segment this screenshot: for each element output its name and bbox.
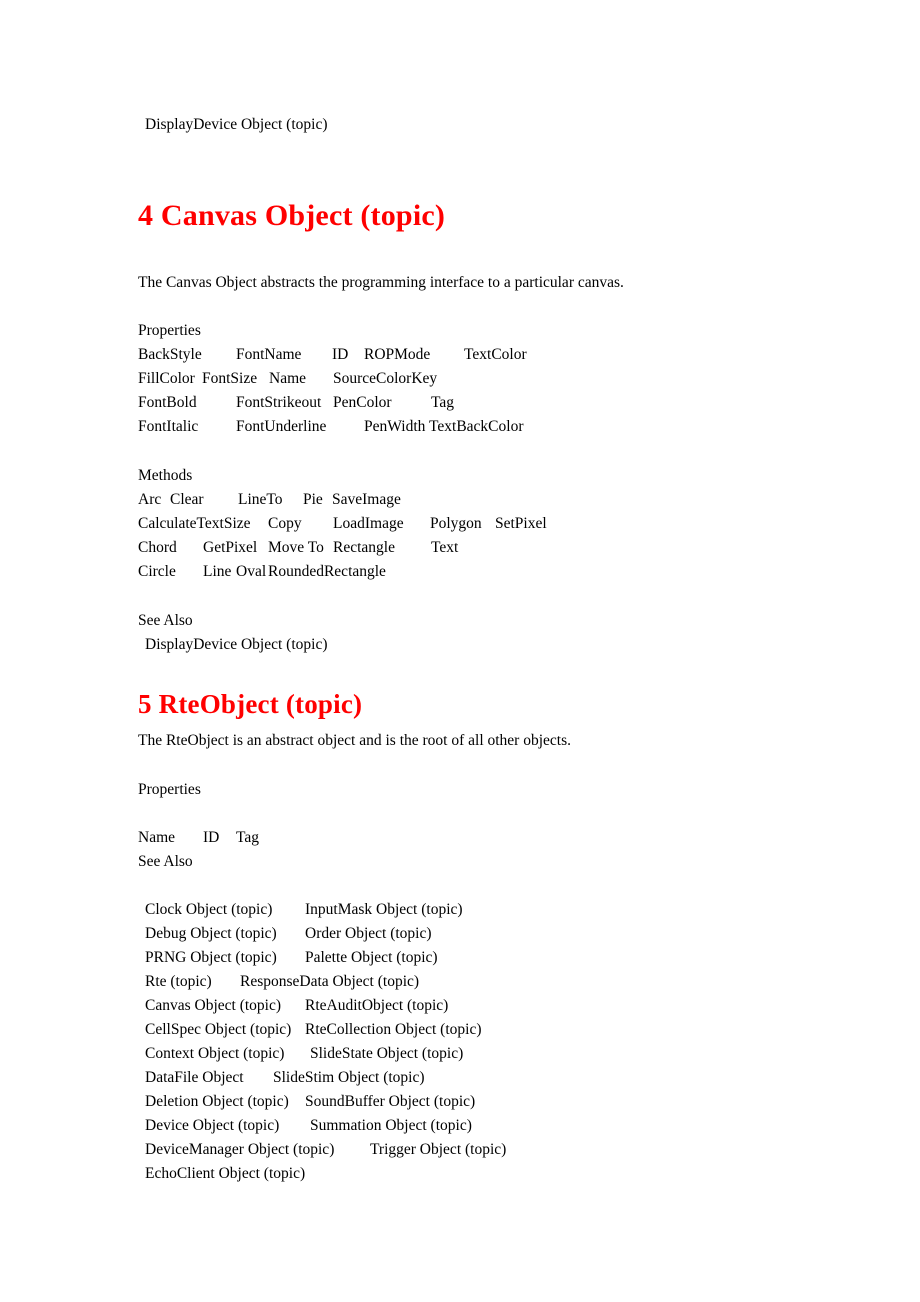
document-page: DisplayDevice Object (topic) 4 Canvas Ob… [0, 0, 920, 1302]
method-cell: Pie [303, 491, 323, 508]
method-cell: LoadImage [333, 515, 404, 532]
property-cell: Name [138, 829, 176, 846]
canvas-methods-row: Chord GetPixel Move To Rectangle Text [0, 538, 920, 558]
property-cell: TextBackColor [429, 418, 524, 435]
rte-section-heading: 5 RteObject (topic) [138, 689, 363, 719]
property-cell: FontItalic [138, 418, 199, 435]
property-cell: TextColor [464, 346, 527, 363]
see-also-link[interactable]: DataFile Object [145, 1068, 244, 1088]
canvas-see-also-label: See Also [138, 612, 193, 629]
property-cell: FontUnderline [236, 418, 327, 435]
canvas-methods-row: CalculateTextSize Copy LoadImage Polygon… [0, 514, 920, 534]
method-cell: Clear [170, 491, 204, 508]
rte-see-also-row: Canvas Object (topic) RteAuditObject (to… [0, 996, 920, 1016]
see-also-link[interactable]: SlideStim Object (topic) [273, 1068, 425, 1088]
property-cell: ID [203, 829, 220, 846]
rte-see-also-row: DeviceManager Object (topic) Trigger Obj… [0, 1140, 920, 1160]
canvas-properties-row: FillColor FontSize Name SourceColorKey [0, 369, 920, 389]
see-also-link[interactable]: DeviceManager Object (topic) [145, 1140, 334, 1160]
see-also-link[interactable]: Device Object (topic) [145, 1116, 279, 1136]
rte-see-also-row: Debug Object (topic) Order Object (topic… [0, 924, 920, 944]
method-cell: Chord [138, 539, 177, 556]
see-also-link[interactable]: Debug Object (topic) [145, 924, 277, 944]
rte-see-also-row: CellSpec Object (topic) RteCollection Ob… [0, 1020, 920, 1040]
canvas-properties-label: Properties [138, 322, 201, 339]
rte-see-also-row: Deletion Object (topic) SoundBuffer Obje… [0, 1092, 920, 1112]
property-cell: ID [332, 346, 349, 363]
rte-properties-row: Name ID Tag [0, 828, 920, 848]
method-cell: Polygon [430, 515, 482, 532]
method-cell: Move To [268, 539, 324, 556]
property-cell: FontStrikeout [236, 394, 322, 411]
canvas-properties-row: BackStyle FontName ID ROPMode TextColor [0, 345, 920, 365]
method-cell: Oval [236, 563, 267, 580]
property-cell: FillColor [138, 370, 195, 387]
see-also-link[interactable]: Canvas Object (topic) [145, 996, 281, 1016]
property-cell: ROPMode [364, 346, 431, 363]
property-cell: FontBold [138, 394, 197, 411]
top-reference-text: DisplayDevice Object (topic) [145, 116, 328, 133]
see-also-link[interactable]: Deletion Object (topic) [145, 1092, 289, 1112]
canvas-properties-row: FontBold FontStrikeout PenColor Tag [0, 393, 920, 413]
property-cell: FontName [236, 346, 302, 363]
method-cell: Arc [138, 491, 162, 508]
method-cell: SetPixel [495, 515, 547, 532]
property-cell: PenWidth [364, 418, 426, 435]
property-cell: PenColor [333, 394, 392, 411]
property-cell: SourceColorKey [333, 370, 438, 387]
canvas-section-heading: 4 Canvas Object (topic) [138, 199, 446, 232]
canvas-methods-row: Arc Clear LineTo Pie SaveImage [0, 490, 920, 510]
see-also-link[interactable]: RteCollection Object (topic) [305, 1020, 481, 1040]
rte-see-also-row: PRNG Object (topic) Palette Object (topi… [0, 948, 920, 968]
method-cell: RoundedRectangle [268, 563, 386, 580]
canvas-section-description: The Canvas Object abstracts the programm… [138, 274, 624, 291]
rte-see-also-row: Rte (topic) ResponseData Object (topic) [0, 972, 920, 992]
rte-see-also-row: EchoClient Object (topic) [0, 1164, 920, 1184]
property-cell: FontSize [202, 370, 258, 387]
see-also-link[interactable]: RteAuditObject (topic) [305, 996, 448, 1016]
method-cell: Rectangle [333, 539, 395, 556]
canvas-properties-row: FontItalic FontUnderline PenWidth TextBa… [0, 417, 920, 437]
method-cell: CalculateTextSize [138, 515, 251, 532]
canvas-methods-label: Methods [138, 467, 193, 484]
rte-properties-label: Properties [138, 781, 201, 798]
method-cell: GetPixel [203, 539, 258, 556]
rte-see-also-row: Device Object (topic) Summation Object (… [0, 1116, 920, 1136]
see-also-link[interactable]: SlideState Object (topic) [310, 1044, 463, 1064]
see-also-link[interactable]: InputMask Object (topic) [305, 900, 463, 920]
method-cell: LineTo [238, 491, 283, 508]
property-cell: Name [269, 370, 307, 387]
property-cell: Tag [236, 829, 260, 846]
method-cell: Text [431, 539, 459, 556]
see-also-link[interactable]: ResponseData Object (topic) [240, 972, 419, 992]
property-cell: Tag [431, 394, 455, 411]
see-also-link[interactable]: EchoClient Object (topic) [145, 1164, 305, 1184]
canvas-see-also-item[interactable]: DisplayDevice Object (topic) [145, 635, 328, 655]
see-also-link[interactable]: Clock Object (topic) [145, 900, 272, 920]
see-also-link[interactable]: Palette Object (topic) [305, 948, 438, 968]
property-cell: BackStyle [138, 346, 202, 363]
rte-see-also-row: DataFile Object SlideStim Object (topic) [0, 1068, 920, 1088]
see-also-link[interactable]: Context Object (topic) [145, 1044, 284, 1064]
see-also-link[interactable]: PRNG Object (topic) [145, 948, 277, 968]
method-cell: Line [203, 563, 232, 580]
method-cell: Circle [138, 563, 176, 580]
rte-section-description: The RteObject is an abstract object and … [138, 732, 572, 749]
method-cell: SaveImage [332, 491, 401, 508]
see-also-link[interactable]: Rte (topic) [145, 972, 212, 992]
see-also-link[interactable]: SoundBuffer Object (topic) [305, 1092, 475, 1112]
rte-see-also-row: Clock Object (topic) InputMask Object (t… [0, 900, 920, 920]
see-also-link[interactable]: Order Object (topic) [305, 924, 432, 944]
method-cell: Copy [268, 515, 302, 532]
rte-see-also-row: Context Object (topic) SlideState Object… [0, 1044, 920, 1064]
see-also-link[interactable]: Summation Object (topic) [310, 1116, 472, 1136]
rte-see-also-label: See Also [138, 853, 193, 870]
see-also-link[interactable]: Trigger Object (topic) [370, 1140, 506, 1160]
canvas-methods-row: Circle Line Oval RoundedRectangle [0, 562, 920, 582]
see-also-link[interactable]: CellSpec Object (topic) [145, 1020, 291, 1040]
